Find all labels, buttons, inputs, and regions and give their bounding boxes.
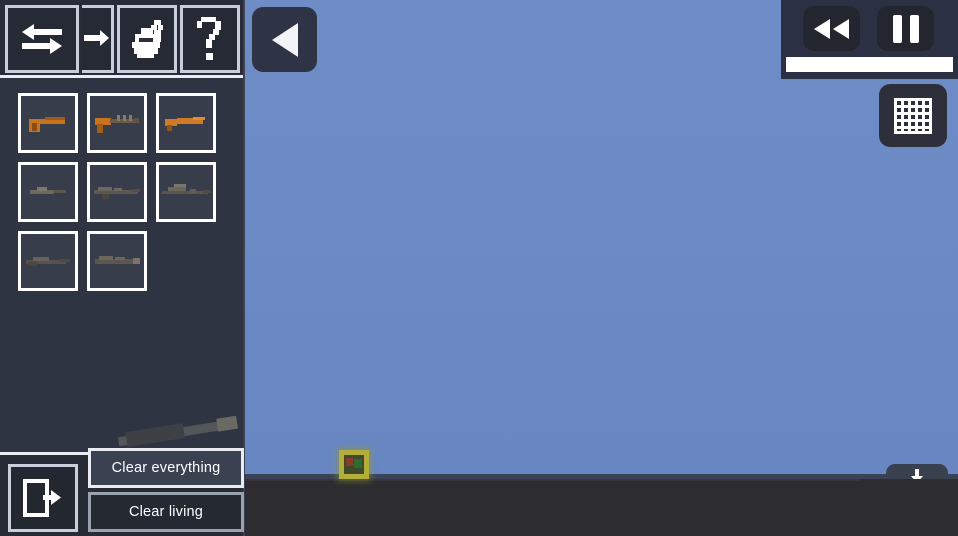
clear-living-label: Clear living <box>128 504 204 520</box>
crate-green-patch <box>354 459 362 468</box>
weapon-slot-sniper-rifle[interactable] <box>156 162 216 222</box>
weapon-slot-rocket-launcher[interactable] <box>87 231 147 291</box>
assault-rifle-sprite <box>94 187 140 199</box>
smg-sprite <box>95 115 139 133</box>
swap-tool-button[interactable] <box>5 5 79 73</box>
shotgun-sprite <box>165 117 205 131</box>
weapon-slot-assault-rifle[interactable] <box>87 162 147 222</box>
weapon-row <box>18 162 238 231</box>
time-scale-fill <box>786 57 953 72</box>
sniper-rifle-sprite <box>162 184 211 194</box>
paint-tool-button[interactable] <box>117 5 177 73</box>
sidebar-toolbar <box>0 0 244 78</box>
exit-door-icon <box>23 479 61 517</box>
ground-occluder <box>860 479 958 536</box>
launcher-muzzle <box>216 415 239 432</box>
rewind-button[interactable] <box>803 6 860 51</box>
launcher-body <box>125 423 185 448</box>
rewind-icon <box>813 18 849 39</box>
pause-icon-bar-right <box>909 14 919 43</box>
clear-everything-button[interactable]: Clear everything <box>88 448 244 488</box>
playback-controls-panel <box>781 0 958 79</box>
machine-gun-sprite <box>26 257 70 266</box>
weapon-slot-carbine[interactable] <box>18 162 78 222</box>
collapse-panel-button[interactable] <box>252 7 317 72</box>
time-scale-bar[interactable] <box>786 57 953 72</box>
weapon-slot-machine-gun[interactable] <box>18 231 78 291</box>
weapon-slot-pistol[interactable] <box>18 93 78 153</box>
pause-button[interactable] <box>877 6 934 51</box>
exit-button[interactable] <box>8 464 78 532</box>
weapon-slot-smg[interactable] <box>87 93 147 153</box>
weapon-inventory-grid <box>18 93 238 300</box>
nudge-tool-button[interactable] <box>82 5 114 73</box>
help-tool-button[interactable] <box>180 5 240 73</box>
weapon-row <box>18 231 238 300</box>
triangle-left-icon <box>271 22 298 57</box>
paint-bucket-icon <box>132 20 163 58</box>
pause-icon-bar-left <box>892 14 902 43</box>
clear-buttons-group: Clear everything Clear living <box>88 448 244 532</box>
carbine-sprite <box>30 187 66 194</box>
arrow-right-icon <box>83 30 109 46</box>
rocket-launcher-sprite <box>95 256 140 264</box>
grid-toggle-button[interactable] <box>879 84 947 147</box>
crate-red-patch <box>346 458 353 466</box>
pistol-sprite <box>29 117 65 132</box>
weapon-row <box>18 93 238 162</box>
question-mark-icon <box>197 17 221 60</box>
weapon-slot-shotgun[interactable] <box>156 93 216 153</box>
game-screen: Clear everything Clear living <box>0 0 958 536</box>
clear-everything-label: Clear everything <box>111 460 221 476</box>
swap-arrows-icon <box>22 24 62 54</box>
crate-entity[interactable] <box>339 450 369 479</box>
clear-living-button[interactable]: Clear living <box>88 492 244 532</box>
grid-icon <box>894 97 932 134</box>
